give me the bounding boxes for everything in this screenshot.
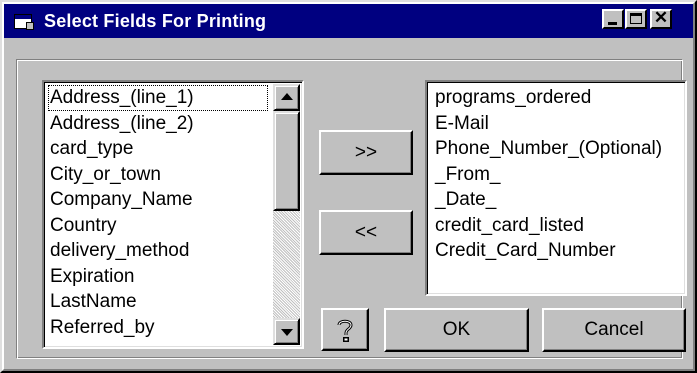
list-item[interactable]: _From_ [433, 162, 687, 188]
scroll-up-button[interactable] [273, 84, 300, 111]
arrow-up-icon [281, 93, 293, 100]
window-title: Select Fields For Printing [44, 10, 267, 31]
available-fields-list: Address_(line_1) Address_(line_2) card_typ… [48, 85, 268, 340]
selected-fields-list: programs_ordered E-Mail Phone_Number_(Opti… [433, 85, 687, 264]
form-window-icon[interactable] [12, 12, 34, 30]
dialog-window: Select Fields For Printing ✕ Address_(li… [0, 0, 697, 373]
list-item[interactable]: Address_(line_1) [48, 85, 268, 111]
remove-field-button[interactable]: << [319, 210, 413, 255]
add-field-button[interactable]: >> [319, 130, 413, 175]
scroll-down-button[interactable] [273, 318, 300, 345]
selected-fields-listbox[interactable]: programs_ordered E-Mail Phone_Number_(Opti… [425, 80, 687, 296]
arrow-down-icon [281, 329, 293, 336]
list-item[interactable]: _Date_ [433, 187, 687, 213]
maximize-icon [630, 13, 642, 24]
title-bar[interactable]: Select Fields For Printing [4, 4, 693, 38]
scrollbar-thumb[interactable] [273, 111, 300, 211]
close-button[interactable]: ✕ [650, 9, 672, 29]
list-item[interactable]: Phone_Number_(Optional) [433, 136, 687, 162]
available-fields-listbox[interactable]: Address_(line_1) Address_(line_2) card_typ… [42, 80, 304, 349]
list-item[interactable]: Expiration [48, 264, 268, 290]
list-item[interactable]: Company_Name [48, 187, 268, 213]
list-item[interactable]: Referred_by [48, 315, 268, 341]
list-item[interactable]: LastName [48, 289, 268, 315]
list-item[interactable]: E-Mail [433, 111, 687, 137]
maximize-button[interactable] [625, 9, 647, 29]
list-item[interactable]: card_type [48, 136, 268, 162]
close-icon: ✕ [653, 8, 669, 27]
available-fields-scrollbar[interactable] [273, 84, 300, 345]
minimize-button[interactable] [602, 9, 624, 29]
list-item[interactable]: City_or_town [48, 162, 268, 188]
help-button[interactable] [321, 308, 369, 351]
cancel-button[interactable]: Cancel [542, 308, 686, 352]
ok-button[interactable]: OK [384, 308, 529, 352]
list-item[interactable]: programs_ordered [433, 85, 687, 111]
minimize-icon [608, 22, 617, 25]
list-item[interactable]: Address_(line_2) [48, 111, 268, 137]
list-item[interactable]: delivery_method [48, 238, 268, 264]
question-mark-icon [332, 316, 358, 344]
list-item[interactable]: Country [48, 213, 268, 239]
list-item[interactable]: Credit_Card_Number [433, 238, 687, 264]
list-item[interactable]: credit_card_listed [433, 213, 687, 239]
